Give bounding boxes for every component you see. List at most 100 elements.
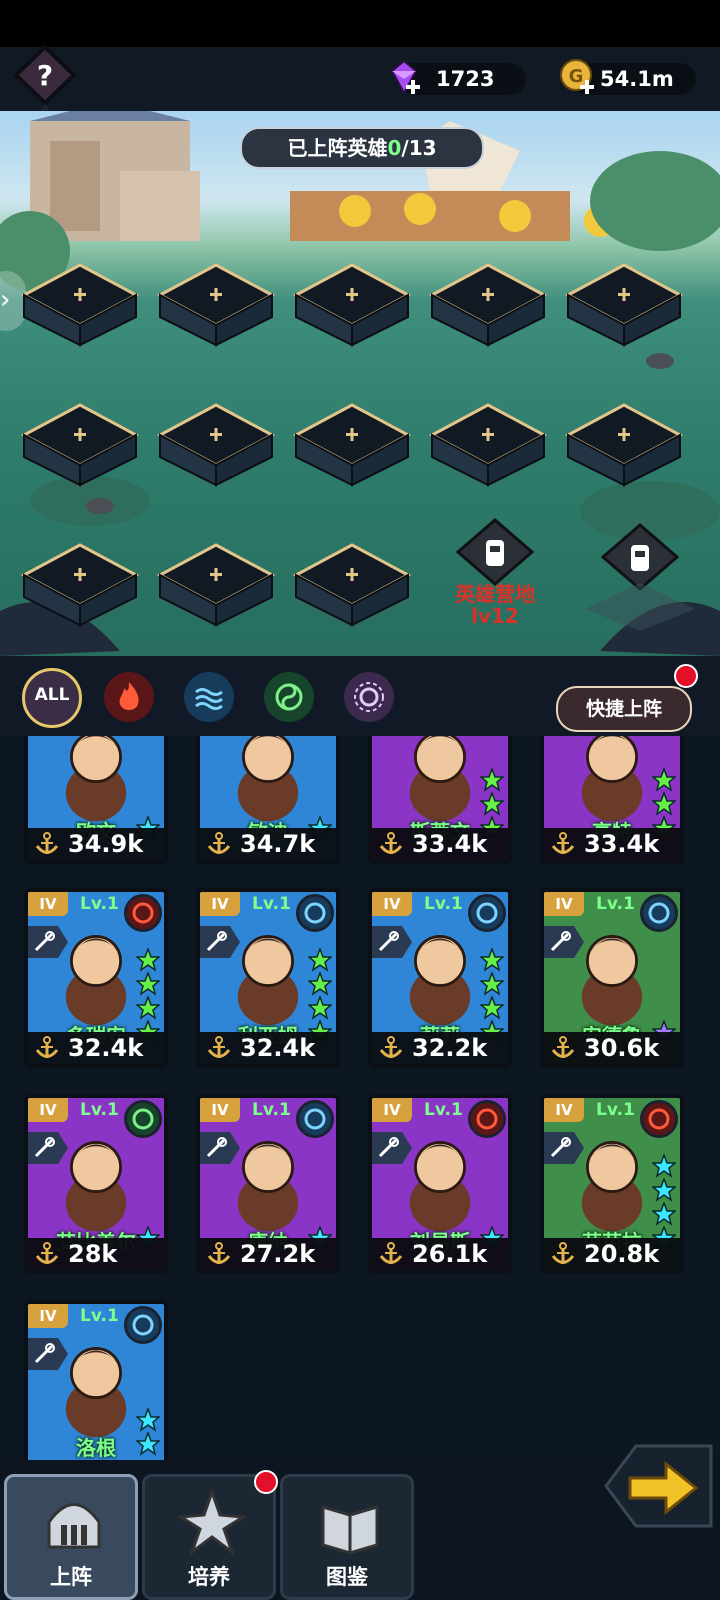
formation-slot[interactable]: [292, 401, 412, 487]
anchor-icon: [207, 1036, 231, 1058]
hero-card[interactable]: IVLv.1刘易斯26.1k: [368, 1094, 512, 1274]
hero-card[interactable]: 敏迪34.7k: [196, 736, 340, 864]
arrow-right-icon: [604, 1444, 713, 1528]
empty-slot-icon: [428, 403, 548, 487]
hero-card[interactable]: IVLv.1艾比盖尔28k: [24, 1094, 168, 1274]
formation-slot[interactable]: [156, 401, 276, 487]
empty-slot-icon: [564, 263, 684, 347]
star-icon: [480, 768, 504, 792]
fire-icon: [119, 682, 139, 710]
hero-level: Lv.1: [80, 1100, 119, 1120]
currency-header: ? 1723 G 54.1m: [0, 44, 720, 115]
anchor-icon: [379, 1242, 403, 1264]
wind-element-icon: [124, 1100, 162, 1138]
hero-card[interactable]: IVLv.1安德鲁30.6k: [540, 888, 684, 1068]
tab-codex-label: 图鉴: [326, 1565, 368, 1589]
fire-element-icon: [124, 894, 162, 932]
help-button[interactable]: ?: [13, 44, 77, 117]
fire-element-icon: [640, 1100, 678, 1138]
hero-rank-badge: IV: [28, 1098, 68, 1122]
camp-name: 英雄营地: [455, 582, 535, 606]
anchor-icon: [35, 1242, 59, 1264]
water-element-icon: [296, 894, 334, 932]
gems-counter[interactable]: 1723: [390, 59, 526, 96]
anchor-icon: [207, 1242, 231, 1264]
hero-card[interactable]: IVLv.1多瑞安32.4k: [24, 888, 168, 1068]
hero-card[interactable]: IVLv.1莉莉32.2k: [368, 888, 512, 1068]
svg-text:G: G: [569, 66, 584, 87]
filter-all-button[interactable]: ALL: [22, 668, 82, 728]
anchor-icon: [35, 1036, 59, 1058]
hero-card[interactable]: 亨特33.4k: [540, 736, 684, 864]
next-arrow-button[interactable]: [596, 1436, 716, 1536]
tab-deploy[interactable]: 上阵: [4, 1474, 138, 1600]
hero-camp[interactable]: 英雄营地 lv12: [440, 516, 550, 636]
formation-slot[interactable]: [564, 261, 684, 347]
hero-rank-badge: IV: [200, 1098, 240, 1122]
star-icon: [480, 948, 504, 972]
formation-slot[interactable]: [20, 401, 140, 487]
hero-level: Lv.1: [424, 1100, 463, 1120]
deployed-total: /13: [401, 136, 437, 160]
hero-rank-badge: IV: [372, 1098, 412, 1122]
anchor-icon: [207, 832, 231, 854]
tab-train-label: 培养: [188, 1565, 230, 1589]
gem-icon: [390, 59, 420, 96]
empty-slot-icon: [20, 543, 140, 627]
formation-slot[interactable]: [292, 541, 412, 627]
hero-card[interactable]: IV Lv.1 洛根: [24, 1300, 168, 1480]
empty-slot-icon: [156, 403, 276, 487]
svg-text:?: ?: [37, 59, 53, 92]
hero-card[interactable]: 欧文34.9k: [24, 736, 168, 864]
hero-level: Lv.1: [252, 1100, 291, 1120]
quick-deploy-notification-dot: [674, 664, 698, 688]
formation-slot[interactable]: [20, 541, 140, 627]
hero-name: 洛根: [76, 1436, 116, 1460]
wind-icon: [275, 683, 303, 711]
star-icon: [652, 1202, 676, 1226]
hero-card[interactable]: IVLv.1康纳27.2k: [196, 1094, 340, 1274]
formation-slot[interactable]: [292, 261, 412, 347]
hero-rank-badge: IV: [200, 892, 240, 916]
anchor-icon: [551, 1242, 575, 1264]
filter-light-button[interactable]: [344, 672, 394, 722]
star-icon: [480, 792, 504, 816]
empty-slot-icon: [292, 543, 412, 627]
formation-slot[interactable]: [156, 541, 276, 627]
empty-slot-icon: [156, 263, 276, 347]
water-element-icon: [468, 894, 506, 932]
gold-counter[interactable]: G 54.1m: [560, 59, 696, 95]
quick-deploy-button[interactable]: 快捷上阵: [556, 686, 692, 732]
chevron-right-icon: ›: [0, 285, 11, 315]
empty-slot-icon: [156, 543, 276, 627]
filter-wind-button[interactable]: [264, 672, 314, 722]
tab-codex[interactable]: 图鉴: [280, 1474, 414, 1600]
star-icon: [136, 996, 160, 1020]
filter-fire-button[interactable]: [104, 672, 154, 722]
hero-list: 欧文34.9k敏迪34.7k斯蒂文33.4k亨特33.4k IVLv.1多瑞安32…: [0, 736, 720, 1488]
empty-slot-icon: [428, 263, 548, 347]
anchor-icon: [35, 832, 59, 854]
filter-water-button[interactable]: [184, 672, 234, 722]
empty-slot-icon: [292, 263, 412, 347]
deployed-count-banner: 已上阵英雄0/13: [240, 127, 484, 169]
formation-slot[interactable]: [428, 401, 548, 487]
star-icon: [652, 1154, 676, 1178]
star-icon: [308, 948, 332, 972]
tab-deploy-label: 上阵: [50, 1565, 92, 1589]
hero-card[interactable]: 斯蒂文33.4k: [368, 736, 512, 864]
shuriken-icon: [177, 1487, 247, 1557]
tab-train[interactable]: 培养: [142, 1474, 276, 1600]
star-icon: [136, 972, 160, 996]
hero-level: Lv.1: [252, 894, 291, 914]
formation-slot[interactable]: [428, 261, 548, 347]
hero-card[interactable]: IVLv.1芭芭拉20.8k: [540, 1094, 684, 1274]
star-icon: [652, 792, 676, 816]
hero-card[interactable]: IVLv.1利亚姆32.4k: [196, 888, 340, 1068]
formation-slot[interactable]: [564, 401, 684, 487]
formation-slot[interactable]: [20, 261, 140, 347]
book-icon: [321, 1504, 379, 1555]
formation-slot[interactable]: [156, 261, 276, 347]
star-icon: [652, 768, 676, 792]
star-icon: [308, 996, 332, 1020]
